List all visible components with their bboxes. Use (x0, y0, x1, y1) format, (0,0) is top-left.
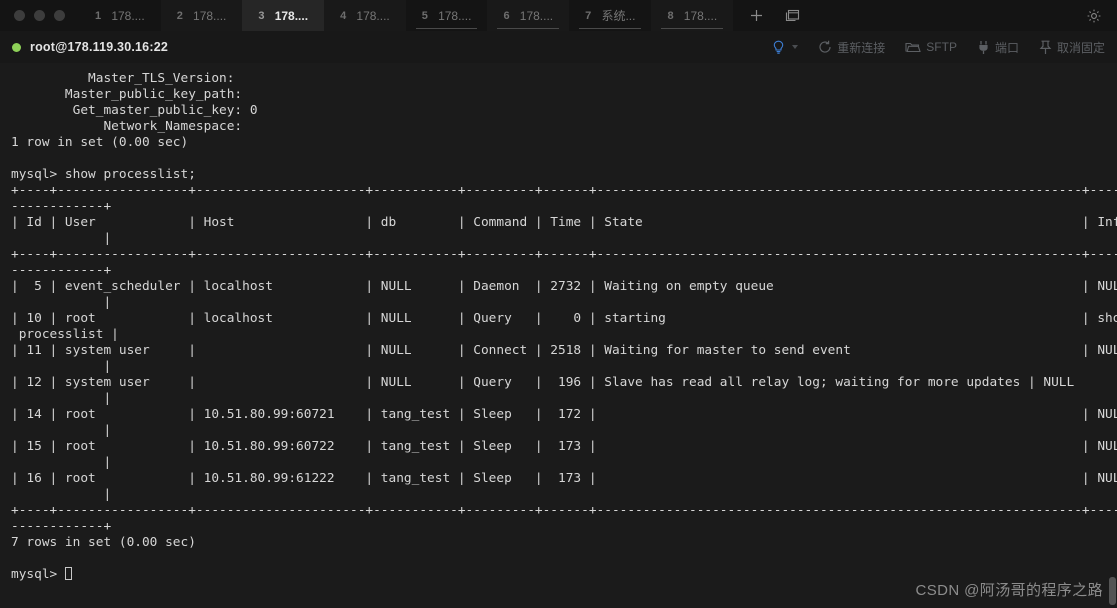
new-tab-button[interactable] (741, 1, 771, 31)
lightbulb-icon (772, 40, 785, 55)
chevron-down-icon (792, 45, 799, 49)
terminal-line: | Id | User | Host | db | Command | Time… (11, 215, 1117, 230)
minimize-button[interactable] (34, 10, 45, 21)
tab-index-label: 7 (585, 9, 592, 22)
tab-7[interactable]: 7 系统... (569, 0, 651, 31)
terminal-line: | (11, 455, 112, 470)
pin-icon (1039, 40, 1052, 55)
terminal-scrollbar-thumb[interactable] (1109, 577, 1116, 605)
folder-icon (905, 41, 922, 54)
tab-index-label: 2 (176, 9, 184, 22)
tab-index-label: 8 (667, 9, 674, 22)
terminal-line: +----+-----------------+----------------… (11, 183, 1117, 198)
unpin-button[interactable]: 取消固定 (1039, 39, 1105, 56)
sftp-button[interactable]: SFTP (905, 40, 957, 54)
close-button[interactable] (14, 10, 25, 21)
tab-6[interactable]: 6 178.... (487, 0, 570, 31)
terminal-line: Master_TLS_Version: (11, 71, 243, 86)
reconnect-button[interactable]: 重新连接 (818, 39, 885, 56)
window-controls (0, 0, 79, 31)
connected-indicator-icon (12, 42, 21, 52)
terminal-app-window: 1 178.... 2 178.... 3 178.... 4 178.... 5 178....… (0, 0, 1117, 608)
toolbar-actions: 重新连接 SFTP 端口 取消固定 (772, 39, 1105, 56)
tab-2[interactable]: 2 178.... (160, 0, 243, 31)
unpin-label: 取消固定 (1056, 40, 1105, 55)
reconnect-label: 重新连接 (837, 40, 886, 55)
sftp-label: SFTP (926, 40, 957, 54)
terminal-line: | 5 | event_scheduler | localhost | NULL… (11, 279, 1117, 294)
session-toolbar: root@178.119.30.16:22 重新连接 SFTP 端口 取消固定 (0, 31, 1117, 63)
connection-host-label: root@178.119.30.16:22 (30, 40, 169, 54)
tab-index-label: 6 (503, 9, 510, 22)
tab-1[interactable]: 1 178.... (79, 0, 161, 31)
terminal-line: | 14 | root | 10.51.80.99:60721 | tang_t… (11, 407, 1117, 422)
terminal-line: | 12 | system user | | NULL | Query | 19… (11, 375, 1075, 390)
terminal-line: | (11, 359, 112, 374)
terminal-line: +----+-----------------+----------------… (11, 503, 1117, 518)
port-button[interactable]: 端口 (977, 39, 1019, 56)
tab-title-label: 178.... (274, 8, 309, 23)
terminal-line: | 15 | root | 10.51.80.99:60722 | tang_t… (11, 439, 1117, 454)
plug-icon (977, 40, 990, 55)
terminal-line: | (11, 295, 112, 310)
tab-8[interactable]: 8 178.... (651, 0, 734, 31)
hint-button[interactable] (772, 40, 799, 55)
connection-status: root@178.119.30.16:22 (12, 40, 168, 54)
settings-button[interactable] (1079, 0, 1109, 31)
tab-title-label: 178.... (111, 8, 145, 23)
tab-index-label: 5 (421, 9, 429, 22)
window-list-icon[interactable] (777, 1, 807, 31)
tab-title-label: 178.... (438, 8, 472, 23)
tab-index-label: 1 (95, 9, 102, 22)
prompt-label: mysql> (11, 567, 65, 582)
terminal-line: Get_master_public_key: 0 (11, 103, 258, 118)
port-label: 端口 (994, 40, 1019, 55)
tab-bar: 1 178.... 2 178.... 3 178.... 4 178.... 5 178....… (0, 0, 1117, 31)
terminal-line: | (11, 231, 112, 246)
terminal-line: ------------+ (11, 263, 112, 278)
terminal-cursor (64, 567, 72, 580)
tab-4[interactable]: 4 178.... (324, 0, 406, 31)
tab-5[interactable]: 5 178.... (406, 0, 488, 31)
tab-index-label: 3 (258, 9, 265, 22)
terminal-line: | 10 | root | localhost | NULL | Query |… (11, 311, 1117, 326)
terminal-line: +----+-----------------+----------------… (11, 247, 1117, 262)
tab-3[interactable]: 3 178.... (242, 0, 325, 31)
refresh-icon (818, 40, 832, 54)
terminal-line: | (11, 487, 112, 502)
terminal-line: | 16 | root | 10.51.80.99:61222 | tang_t… (11, 471, 1117, 486)
terminal-text: Master_TLS_Version: Master_public_key_pa… (0, 71, 1117, 583)
tab-title-label: 系统... (601, 9, 636, 23)
tab-title-label: 178.... (683, 8, 718, 23)
terminal-line: Master_public_key_path: (11, 87, 250, 102)
terminal-line: | (11, 391, 112, 406)
terminal-line: 1 row in set (0.00 sec) (11, 135, 189, 150)
tab-list: 1 178.... 2 178.... 3 178.... 4 178.... 5 178....… (79, 0, 734, 31)
tab-title-label: 178.... (193, 8, 227, 23)
terminal-line: 7 rows in set (0.00 sec) (11, 535, 196, 550)
terminal-line: ------------+ (11, 199, 112, 214)
terminal-scrollbar[interactable] (1108, 63, 1117, 608)
terminal-line: Network_Namespace: (11, 119, 250, 134)
terminal-line: processlist | (11, 327, 119, 342)
terminal-line: mysql> show processlist; (11, 167, 196, 182)
tab-title-label: 178.... (519, 8, 554, 23)
gear-icon[interactable] (1079, 1, 1109, 31)
tab-title-label: 178.... (356, 8, 390, 23)
terminal-output-pane[interactable]: Master_TLS_Version: Master_public_key_pa… (0, 63, 1117, 608)
terminal-line: | (11, 423, 112, 438)
tab-bar-actions (733, 0, 807, 31)
terminal-line: ------------+ (11, 519, 112, 534)
tab-index-label: 4 (340, 9, 347, 22)
maximize-button[interactable] (54, 10, 65, 21)
terminal-line: | 11 | system user | | NULL | Connect | … (11, 343, 1117, 358)
terminal-prompt-line: mysql> (11, 567, 1117, 583)
